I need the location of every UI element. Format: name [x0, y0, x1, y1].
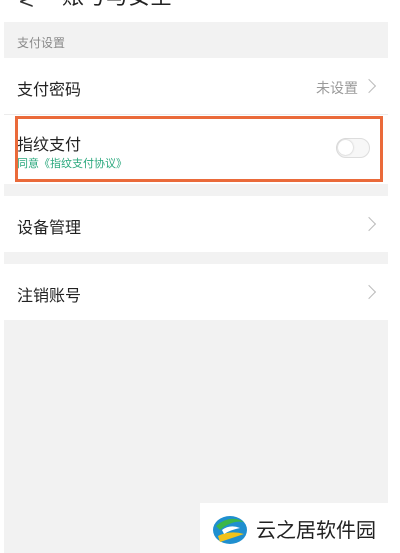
watermark: 云之居软件园 — [200, 503, 400, 553]
watermark-logo-icon — [213, 516, 247, 544]
cancel-account-row[interactable]: 注销账号 — [4, 264, 388, 320]
chevron-right-icon — [361, 78, 377, 94]
payment-password-row[interactable]: 支付密码 未设置 — [4, 58, 388, 114]
page-title: 账号与安全 — [62, 0, 172, 10]
section-header-payment-settings: 支付设置 — [4, 28, 388, 58]
chevron-right-icon — [361, 216, 377, 232]
payment-password-status: 未设置 — [316, 81, 358, 97]
back-arrow-icon[interactable]: < — [18, 0, 35, 11]
cancel-account-label: 注销账号 — [17, 286, 82, 305]
device-management-row[interactable]: 设备管理 — [4, 196, 388, 252]
highlight-annotation-box — [15, 116, 383, 182]
chevron-right-icon — [361, 284, 377, 300]
section-label: 支付设置 — [17, 36, 66, 50]
device-management-label: 设备管理 — [17, 218, 82, 237]
top-navigation-bar: < 账号与安全 — [4, 0, 388, 22]
watermark-text: 云之居软件园 — [256, 518, 376, 542]
payment-password-label: 支付密码 — [17, 80, 82, 99]
